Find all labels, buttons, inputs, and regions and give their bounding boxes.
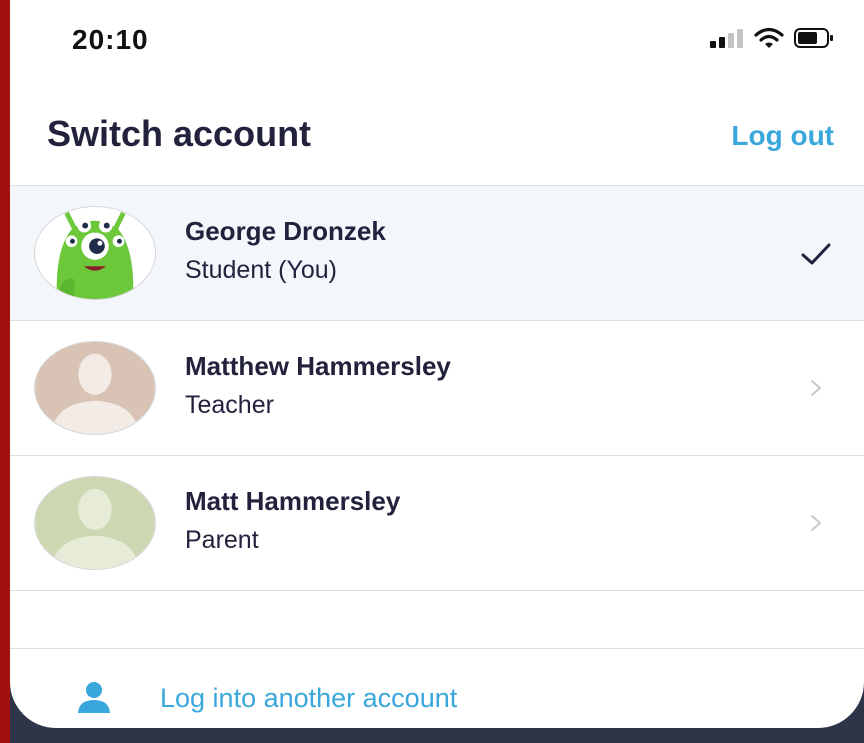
log-into-another-account-label: Log into another account (160, 683, 458, 713)
checkmark-icon (798, 236, 834, 270)
wifi-icon (754, 27, 784, 49)
account-name: Matthew Hammersley (185, 351, 451, 381)
cellular-signal-icon (710, 28, 744, 48)
background-edge (0, 0, 10, 743)
log-into-another-account-button[interactable]: Log into another account (10, 648, 864, 728)
account-role: Teacher (185, 391, 274, 419)
account-role: Student (You) (185, 256, 337, 284)
battery-icon (794, 28, 834, 48)
green-monster-avatar (34, 206, 156, 300)
account-row-george-dronzek[interactable]: George Dronzek Student (You) (10, 185, 864, 320)
account-row-matthew-hammersley[interactable]: Matthew Hammersley Teacher (10, 320, 864, 455)
chevron-right-icon (798, 371, 834, 405)
chevron-right-icon (798, 506, 834, 540)
default-person-avatar (34, 341, 156, 435)
account-name: George Dronzek (185, 216, 386, 246)
account-role: Parent (185, 526, 259, 554)
account-row-matt-hammersley[interactable]: Matt Hammersley Parent (10, 455, 864, 591)
status-icons (710, 26, 834, 50)
person-icon (74, 681, 114, 713)
status-time: 20:10 (72, 24, 149, 55)
account-list: George Dronzek Student (You) Matthew Ham… (10, 185, 864, 591)
logout-button[interactable]: Log out (731, 120, 834, 152)
page-title: Switch account (47, 113, 312, 154)
switch-account-sheet: 20:10 Switch account Log out George Dron… (10, 0, 864, 728)
default-person-avatar (34, 476, 156, 570)
account-name: Matt Hammersley (185, 486, 401, 516)
